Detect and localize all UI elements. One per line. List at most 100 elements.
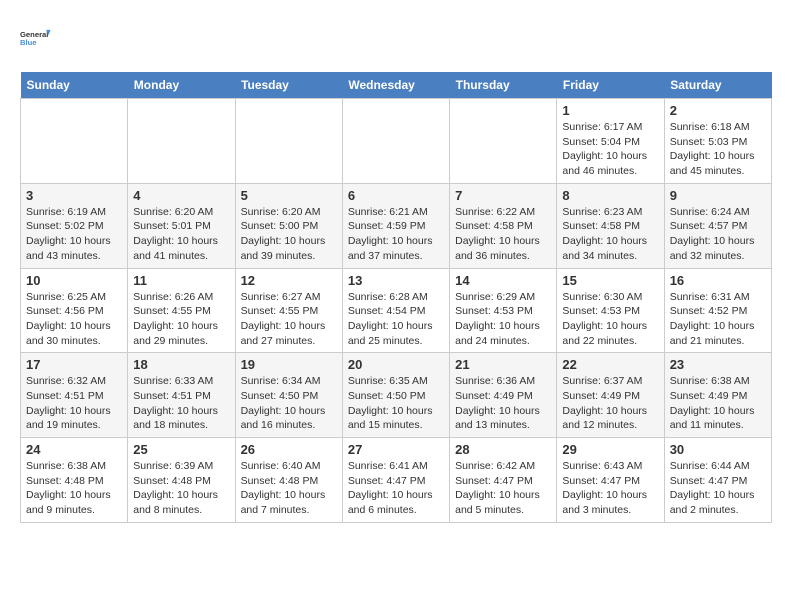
day-info: Sunrise: 6:28 AM Sunset: 4:54 PM Dayligh… [348, 290, 444, 349]
calendar-cell: 6Sunrise: 6:21 AM Sunset: 4:59 PM Daylig… [342, 183, 449, 268]
day-info: Sunrise: 6:31 AM Sunset: 4:52 PM Dayligh… [670, 290, 766, 349]
day-number: 5 [241, 188, 337, 203]
day-info: Sunrise: 6:20 AM Sunset: 5:01 PM Dayligh… [133, 205, 229, 264]
calendar-cell: 3 Sunrise: 6:19 AM Sunset: 5:02 PM Daylig… [21, 183, 128, 268]
calendar-cell: 11 Sunrise: 6:26 AM Sunset: 4:55 PM Dayli… [128, 268, 235, 353]
calendar-cell: 4 Sunrise: 6:20 AM Sunset: 5:01 PM Daylig… [128, 183, 235, 268]
day-number: 26 [241, 442, 337, 457]
week-row-4: 17Sunrise: 6:32 AM Sunset: 4:51 PM Dayli… [21, 353, 772, 438]
week-row-5: 24 Sunrise: 6:38 AM Sunset: 4:48 PM Dayli… [21, 438, 772, 523]
day-info: Sunrise: 6:18 AM Sunset: 5:03 PM Dayligh… [670, 120, 766, 179]
calendar-cell: 18 Sunrise: 6:33 AM Sunset: 4:51 PM Dayli… [128, 353, 235, 438]
day-number: 22 [562, 357, 658, 372]
day-number: 2 [670, 103, 766, 118]
day-info: Sunrise: 6:33 AM Sunset: 4:51 PM Dayligh… [133, 374, 229, 433]
day-info: Sunrise: 6:39 AM Sunset: 4:48 PM Dayligh… [133, 459, 229, 518]
weekday-header-row: SundayMondayTuesdayWednesdayThursdayFrid… [21, 72, 772, 99]
calendar-cell: 23Sunrise: 6:38 AM Sunset: 4:49 PM Dayli… [664, 353, 771, 438]
svg-text:General: General [20, 30, 48, 39]
calendar-cell: 13 Sunrise: 6:28 AM Sunset: 4:54 PM Dayli… [342, 268, 449, 353]
logo-icon: GeneralBlue [20, 20, 56, 56]
calendar-cell: 27 Sunrise: 6:41 AM Sunset: 4:47 PM Dayli… [342, 438, 449, 523]
day-number: 3 [26, 188, 122, 203]
day-info: Sunrise: 6:20 AM Sunset: 5:00 PM Dayligh… [241, 205, 337, 264]
day-number: 15 [562, 273, 658, 288]
day-number: 25 [133, 442, 229, 457]
day-info: Sunrise: 6:43 AM Sunset: 4:47 PM Dayligh… [562, 459, 658, 518]
day-info: Sunrise: 6:19 AM Sunset: 5:02 PM Dayligh… [26, 205, 122, 264]
calendar-cell: 29 Sunrise: 6:43 AM Sunset: 4:47 PM Dayli… [557, 438, 664, 523]
day-number: 6 [348, 188, 444, 203]
week-row-1: 1Sunrise: 6:17 AM Sunset: 5:04 PM Daylig… [21, 99, 772, 184]
day-number: 27 [348, 442, 444, 457]
day-info: Sunrise: 6:41 AM Sunset: 4:47 PM Dayligh… [348, 459, 444, 518]
calendar-cell [21, 99, 128, 184]
weekday-header-sunday: Sunday [21, 72, 128, 99]
day-info: Sunrise: 6:34 AM Sunset: 4:50 PM Dayligh… [241, 374, 337, 433]
day-number: 7 [455, 188, 551, 203]
day-number: 19 [241, 357, 337, 372]
calendar-cell: 24 Sunrise: 6:38 AM Sunset: 4:48 PM Dayli… [21, 438, 128, 523]
calendar-cell: 1Sunrise: 6:17 AM Sunset: 5:04 PM Daylig… [557, 99, 664, 184]
day-number: 10 [26, 273, 122, 288]
day-number: 16 [670, 273, 766, 288]
day-number: 4 [133, 188, 229, 203]
calendar-cell [128, 99, 235, 184]
day-number: 21 [455, 357, 551, 372]
calendar-cell [235, 99, 342, 184]
svg-text:Blue: Blue [20, 38, 37, 47]
day-info: Sunrise: 6:36 AM Sunset: 4:49 PM Dayligh… [455, 374, 551, 433]
weekday-header-tuesday: Tuesday [235, 72, 342, 99]
calendar-cell: 26 Sunrise: 6:40 AM Sunset: 4:48 PM Dayli… [235, 438, 342, 523]
day-info: Sunrise: 6:35 AM Sunset: 4:50 PM Dayligh… [348, 374, 444, 433]
logo: GeneralBlue [20, 20, 60, 56]
calendar-cell: 14 Sunrise: 6:29 AM Sunset: 4:53 PM Dayli… [450, 268, 557, 353]
day-info: Sunrise: 6:42 AM Sunset: 4:47 PM Dayligh… [455, 459, 551, 518]
day-number: 11 [133, 273, 229, 288]
day-info: Sunrise: 6:24 AM Sunset: 4:57 PM Dayligh… [670, 205, 766, 264]
day-number: 29 [562, 442, 658, 457]
weekday-header-friday: Friday [557, 72, 664, 99]
calendar-cell: 17Sunrise: 6:32 AM Sunset: 4:51 PM Dayli… [21, 353, 128, 438]
calendar-cell [450, 99, 557, 184]
day-number: 8 [562, 188, 658, 203]
day-number: 23 [670, 357, 766, 372]
calendar-cell: 19 Sunrise: 6:34 AM Sunset: 4:50 PM Dayli… [235, 353, 342, 438]
calendar-cell: 15 Sunrise: 6:30 AM Sunset: 4:53 PM Dayli… [557, 268, 664, 353]
day-info: Sunrise: 6:38 AM Sunset: 4:48 PM Dayligh… [26, 459, 122, 518]
calendar-cell: 12 Sunrise: 6:27 AM Sunset: 4:55 PM Dayli… [235, 268, 342, 353]
day-info: Sunrise: 6:23 AM Sunset: 4:58 PM Dayligh… [562, 205, 658, 264]
calendar-cell: 28Sunrise: 6:42 AM Sunset: 4:47 PM Dayli… [450, 438, 557, 523]
day-number: 13 [348, 273, 444, 288]
calendar-cell: 30Sunrise: 6:44 AM Sunset: 4:47 PM Dayli… [664, 438, 771, 523]
calendar-cell: 10 Sunrise: 6:25 AM Sunset: 4:56 PM Dayli… [21, 268, 128, 353]
weekday-header-monday: Monday [128, 72, 235, 99]
day-number: 12 [241, 273, 337, 288]
calendar-cell: 20 Sunrise: 6:35 AM Sunset: 4:50 PM Dayli… [342, 353, 449, 438]
day-info: Sunrise: 6:30 AM Sunset: 4:53 PM Dayligh… [562, 290, 658, 349]
week-row-2: 3 Sunrise: 6:19 AM Sunset: 5:02 PM Daylig… [21, 183, 772, 268]
calendar-cell: 2 Sunrise: 6:18 AM Sunset: 5:03 PM Daylig… [664, 99, 771, 184]
day-info: Sunrise: 6:22 AM Sunset: 4:58 PM Dayligh… [455, 205, 551, 264]
day-info: Sunrise: 6:27 AM Sunset: 4:55 PM Dayligh… [241, 290, 337, 349]
day-number: 14 [455, 273, 551, 288]
calendar-cell [342, 99, 449, 184]
day-info: Sunrise: 6:26 AM Sunset: 4:55 PM Dayligh… [133, 290, 229, 349]
day-info: Sunrise: 6:44 AM Sunset: 4:47 PM Dayligh… [670, 459, 766, 518]
calendar-table: SundayMondayTuesdayWednesdayThursdayFrid… [20, 72, 772, 523]
calendar-cell: 9 Sunrise: 6:24 AM Sunset: 4:57 PM Daylig… [664, 183, 771, 268]
day-info: Sunrise: 6:37 AM Sunset: 4:49 PM Dayligh… [562, 374, 658, 433]
day-number: 18 [133, 357, 229, 372]
day-number: 20 [348, 357, 444, 372]
page-header: GeneralBlue [20, 20, 772, 56]
day-info: Sunrise: 6:29 AM Sunset: 4:53 PM Dayligh… [455, 290, 551, 349]
weekday-header-thursday: Thursday [450, 72, 557, 99]
day-info: Sunrise: 6:25 AM Sunset: 4:56 PM Dayligh… [26, 290, 122, 349]
calendar-cell: 22 Sunrise: 6:37 AM Sunset: 4:49 PM Dayli… [557, 353, 664, 438]
day-number: 24 [26, 442, 122, 457]
day-number: 17 [26, 357, 122, 372]
calendar-cell: 5 Sunrise: 6:20 AM Sunset: 5:00 PM Daylig… [235, 183, 342, 268]
calendar-cell: 16 Sunrise: 6:31 AM Sunset: 4:52 PM Dayli… [664, 268, 771, 353]
day-info: Sunrise: 6:40 AM Sunset: 4:48 PM Dayligh… [241, 459, 337, 518]
day-number: 9 [670, 188, 766, 203]
